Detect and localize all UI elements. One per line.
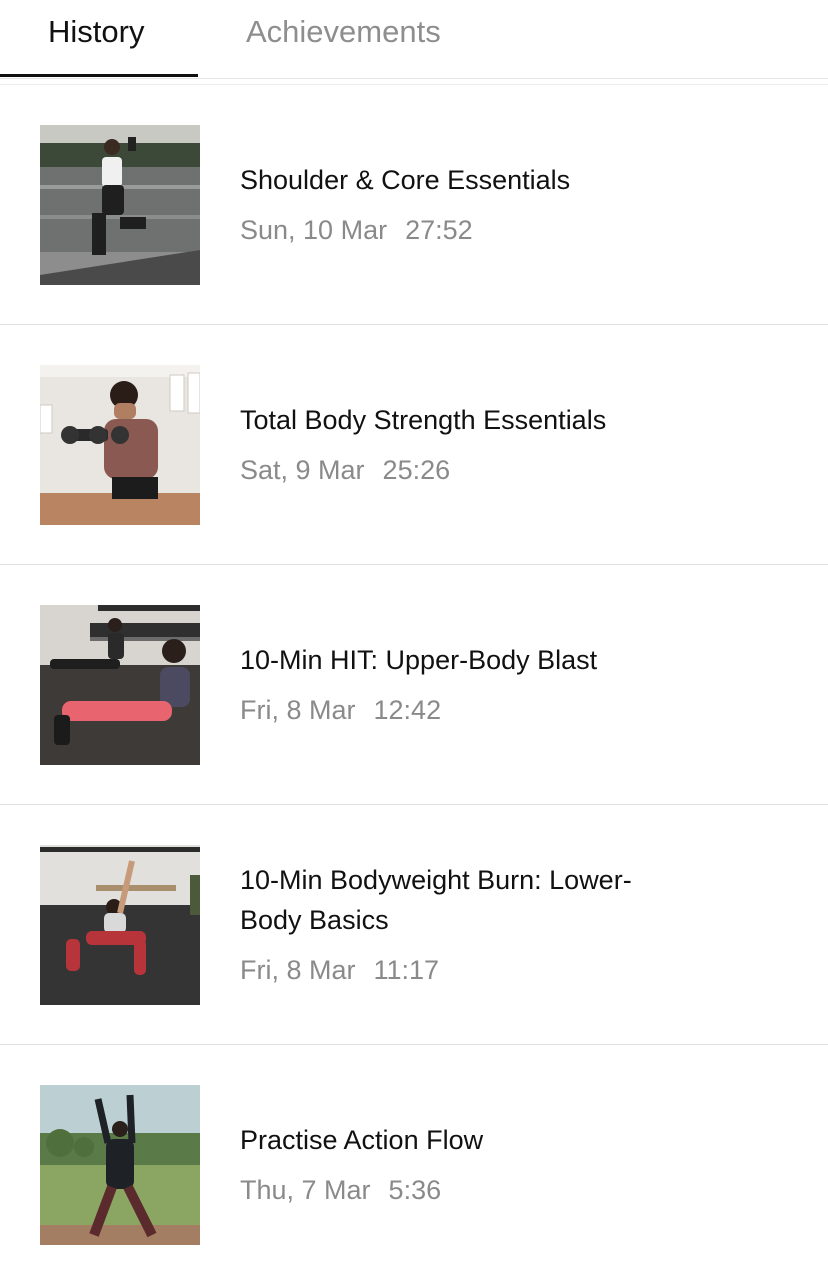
workout-duration: 27:52 bbox=[405, 214, 473, 245]
workout-row[interactable]: Practise Action Flow Thu, 7 Mar 5:36 bbox=[0, 1045, 828, 1284]
workout-row[interactable]: Total Body Strength Essentials Sat, 9 Ma… bbox=[0, 325, 828, 565]
workout-meta: Sun, 10 Mar 27:52 bbox=[240, 210, 678, 250]
workout-info: 10-Min Bodyweight Burn: Lower-Body Basic… bbox=[240, 805, 678, 1044]
workout-date: Sun, 10 Mar bbox=[240, 214, 388, 245]
workout-thumbnail bbox=[40, 605, 200, 765]
workout-title: Practise Action Flow bbox=[240, 1124, 484, 1155]
workout-thumbnail bbox=[40, 125, 200, 285]
workout-duration: 25:26 bbox=[382, 454, 451, 485]
workout-title: Shoulder & Core Essentials bbox=[240, 164, 571, 195]
workout-date: Fri, 8 Mar bbox=[240, 694, 356, 725]
workout-duration: 11:17 bbox=[373, 954, 440, 985]
tab-bar: History Achievements bbox=[0, 0, 828, 79]
workout-date: Thu, 7 Mar bbox=[240, 1174, 371, 1205]
workout-title: Total Body Strength Essentials bbox=[240, 404, 607, 435]
tab-history[interactable]: History bbox=[48, 12, 144, 52]
workout-title: 10-Min Bodyweight Burn: Lower-Body Basic… bbox=[240, 864, 632, 935]
workout-meta: Fri, 8 Mar 11:17 bbox=[240, 950, 678, 990]
workout-row[interactable]: 10-Min Bodyweight Burn: Lower-Body Basic… bbox=[0, 805, 828, 1045]
workout-duration: 12:42 bbox=[373, 694, 442, 725]
workout-meta: Fri, 8 Mar 12:42 bbox=[240, 690, 678, 730]
workout-date: Sat, 9 Mar bbox=[240, 454, 365, 485]
workout-info: Total Body Strength Essentials Sat, 9 Ma… bbox=[240, 325, 678, 564]
tab-achievements[interactable]: Achievements bbox=[246, 12, 441, 52]
workout-info: Shoulder & Core Essentials Sun, 10 Mar 27… bbox=[240, 85, 678, 324]
workout-info: 10-Min HIT: Upper-Body Blast Fri, 8 Mar 1… bbox=[240, 565, 678, 804]
workout-history-list: Shoulder & Core Essentials Sun, 10 Mar 27… bbox=[0, 85, 828, 1284]
workout-row[interactable]: Shoulder & Core Essentials Sun, 10 Mar 27… bbox=[0, 85, 828, 325]
workout-info: Practise Action Flow Thu, 7 Mar 5:36 bbox=[240, 1045, 678, 1284]
workout-meta: Sat, 9 Mar 25:26 bbox=[240, 450, 678, 490]
workout-thumbnail bbox=[40, 1085, 200, 1245]
workout-thumbnail bbox=[40, 365, 200, 525]
workout-duration: 5:36 bbox=[388, 1174, 442, 1205]
workout-date: Fri, 8 Mar bbox=[240, 954, 356, 985]
workout-title: 10-Min HIT: Upper-Body Blast bbox=[240, 644, 598, 675]
workout-meta: Thu, 7 Mar 5:36 bbox=[240, 1170, 678, 1210]
workout-thumbnail bbox=[40, 845, 200, 1005]
active-tab-indicator bbox=[0, 74, 198, 77]
workout-row[interactable]: 10-Min HIT: Upper-Body Blast Fri, 8 Mar 1… bbox=[0, 565, 828, 805]
